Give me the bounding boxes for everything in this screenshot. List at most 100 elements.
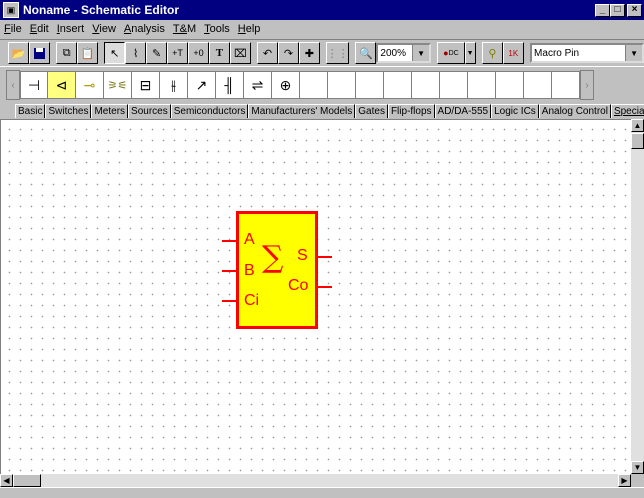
crystal-icon[interactable]: ⊟	[132, 71, 160, 99]
close-button[interactable]: ×	[627, 3, 642, 17]
dc-analysis-icon[interactable]: ● DC	[437, 42, 465, 64]
empty-slot[interactable]	[440, 71, 468, 99]
scroll-corner	[631, 474, 644, 487]
pin-a-wire[interactable]	[222, 240, 236, 242]
tab-manufacturers-models[interactable]: Manufacturers' Models	[248, 104, 356, 118]
pin-label-ci: Ci	[244, 292, 260, 309]
junction-icon[interactable]: ✚	[298, 42, 320, 64]
app-icon[interactable]: ▣	[3, 2, 19, 18]
pin-s-wire[interactable]	[318, 256, 332, 258]
resistor-value-icon[interactable]: 1K	[502, 42, 524, 64]
tab-ad-da-555[interactable]: AD/DA-555	[434, 104, 492, 118]
open-icon[interactable]: 📂	[8, 42, 29, 64]
tab-special[interactable]: Special	[610, 104, 644, 118]
minimize-button[interactable]: _	[595, 3, 610, 17]
component-tabs: Basic Switches Meters Sources Semiconduc…	[0, 104, 644, 118]
full-adder-component[interactable]: A B Ci ∑ S Co	[236, 211, 318, 329]
dc-dropdown-icon[interactable]: ▼	[464, 42, 476, 64]
text-sub0-icon[interactable]: +0	[188, 42, 209, 64]
resistor-icon[interactable]: ⊣	[20, 71, 48, 99]
empty-slot[interactable]	[356, 71, 384, 99]
pin-label-s: S	[297, 247, 308, 264]
window-title: Noname - Schematic Editor	[23, 3, 180, 17]
chevron-down-icon[interactable]: ▼	[412, 45, 430, 61]
menu-insert[interactable]: Insert	[53, 23, 89, 35]
horizontal-scroll-thumb[interactable]	[13, 474, 41, 487]
menu-help[interactable]: Help	[234, 23, 265, 35]
save-icon[interactable]	[28, 42, 50, 64]
grid-icon[interactable]: ⋮⋮	[326, 42, 350, 64]
rotate-right-icon[interactable]: ↷	[278, 42, 299, 64]
menu-view[interactable]: View	[88, 23, 120, 35]
pin-label-b: B	[244, 262, 255, 279]
select-arrow-icon[interactable]: ↖	[104, 42, 126, 64]
empty-slot[interactable]	[496, 71, 524, 99]
dc-label: DC	[448, 49, 459, 57]
menu-file[interactable]: File	[0, 23, 26, 35]
title-bar: ▣ Noname - Schematic Editor _ □ ×	[0, 0, 644, 20]
chevron-down-icon[interactable]: ▼	[625, 45, 643, 61]
empty-slot[interactable]	[524, 71, 552, 99]
variable-capacitor-icon[interactable]: ⫳	[160, 71, 188, 99]
paste-icon[interactable]: 📋	[77, 42, 98, 64]
tab-flip-flops[interactable]: Flip-flops	[387, 104, 435, 118]
zoom-icon[interactable]: 🔍	[355, 42, 377, 64]
rectifier-icon[interactable]: ⇌	[244, 71, 272, 99]
component-palette: ‹ ⊣ ⊲ ⊸ ⚞⚟ ⊟ ⫳ ↗ ╢ ⇌ ⊕ ›	[0, 68, 644, 102]
diode-icon[interactable]: ⊸	[76, 71, 104, 99]
empty-slot[interactable]	[300, 71, 328, 99]
pin-co-wire[interactable]	[318, 286, 332, 288]
varicap-icon[interactable]: ↗	[188, 71, 216, 99]
scroll-down-icon[interactable]: ▼	[631, 461, 644, 474]
empty-slot[interactable]	[552, 71, 580, 99]
zoom-select[interactable]: 200% ▼	[376, 43, 432, 63]
empty-slot[interactable]	[384, 71, 412, 99]
capacitor-yellow-icon[interactable]: ⊲	[48, 71, 76, 99]
pin-b-wire[interactable]	[222, 270, 236, 272]
macro-pin-value: Macro Pin	[534, 47, 580, 59]
maximize-button[interactable]: □	[610, 3, 625, 17]
menu-analysis[interactable]: Analysis	[120, 23, 169, 35]
tab-meters[interactable]: Meters	[91, 104, 129, 118]
empty-slot[interactable]	[328, 71, 356, 99]
delete-wire-icon[interactable]: ⌧	[229, 42, 251, 64]
pin-ci-wire[interactable]	[222, 300, 236, 302]
macro-pin-select[interactable]: Macro Pin ▼	[530, 43, 644, 63]
menu-tools[interactable]: Tools	[200, 23, 234, 35]
vertical-scrollbar[interactable]: ▲ ▼	[631, 119, 644, 474]
scroll-right-icon[interactable]: ▶	[618, 474, 631, 487]
empty-slot[interactable]	[468, 71, 496, 99]
copy-icon[interactable]: ⧉	[56, 42, 78, 64]
menu-bar: File Edit Insert View Analysis T&M Tools…	[0, 20, 644, 38]
tube-icon[interactable]: ⊕	[272, 71, 300, 99]
status-bar	[0, 487, 644, 498]
wire-icon[interactable]: ⌇	[125, 42, 147, 64]
tab-switches[interactable]: Switches	[45, 104, 92, 118]
menu-edit[interactable]: Edit	[26, 23, 53, 35]
empty-slot[interactable]	[412, 71, 440, 99]
pin-label-a: A	[244, 231, 255, 248]
tab-sources[interactable]: Sources	[128, 104, 171, 118]
text-subscript-icon[interactable]: +T	[167, 42, 188, 64]
tab-semiconductors[interactable]: Semiconductors	[170, 104, 249, 118]
probe-icon[interactable]: ⚲	[481, 42, 503, 64]
pin-label-co: Co	[288, 277, 309, 294]
pencil-icon[interactable]: ✎	[146, 42, 168, 64]
palette-scroll-left-icon[interactable]: ‹	[6, 70, 20, 100]
tab-gates[interactable]: Gates	[355, 104, 388, 118]
scroll-left-icon[interactable]: ◀	[0, 474, 13, 487]
battery-icon[interactable]: ╢	[216, 71, 244, 99]
text-icon[interactable]: T	[208, 42, 230, 64]
tab-analog-control[interactable]: Analog Control	[538, 104, 611, 118]
tab-logic-ics[interactable]: Logic ICs	[491, 104, 539, 118]
transformer-icon[interactable]: ⚞⚟	[104, 71, 132, 99]
tab-basic[interactable]: Basic	[15, 104, 46, 118]
menu-tm[interactable]: T&M	[169, 23, 200, 35]
rotate-left-icon[interactable]: ↶	[257, 42, 278, 64]
palette-scroll-right-icon[interactable]: ›	[580, 70, 594, 100]
main-toolbar: 📂 ⧉ 📋 ↖ ⌇ ✎ +T +0 T ⌧ ↶ ↷ ✚ ⋮⋮ 🔍 200% ▼ …	[0, 39, 644, 67]
vertical-scroll-thumb[interactable]	[631, 133, 644, 149]
horizontal-scrollbar[interactable]: ◀ ▶	[0, 474, 631, 487]
scroll-up-icon[interactable]: ▲	[631, 119, 644, 132]
zoom-value: 200%	[380, 47, 406, 59]
